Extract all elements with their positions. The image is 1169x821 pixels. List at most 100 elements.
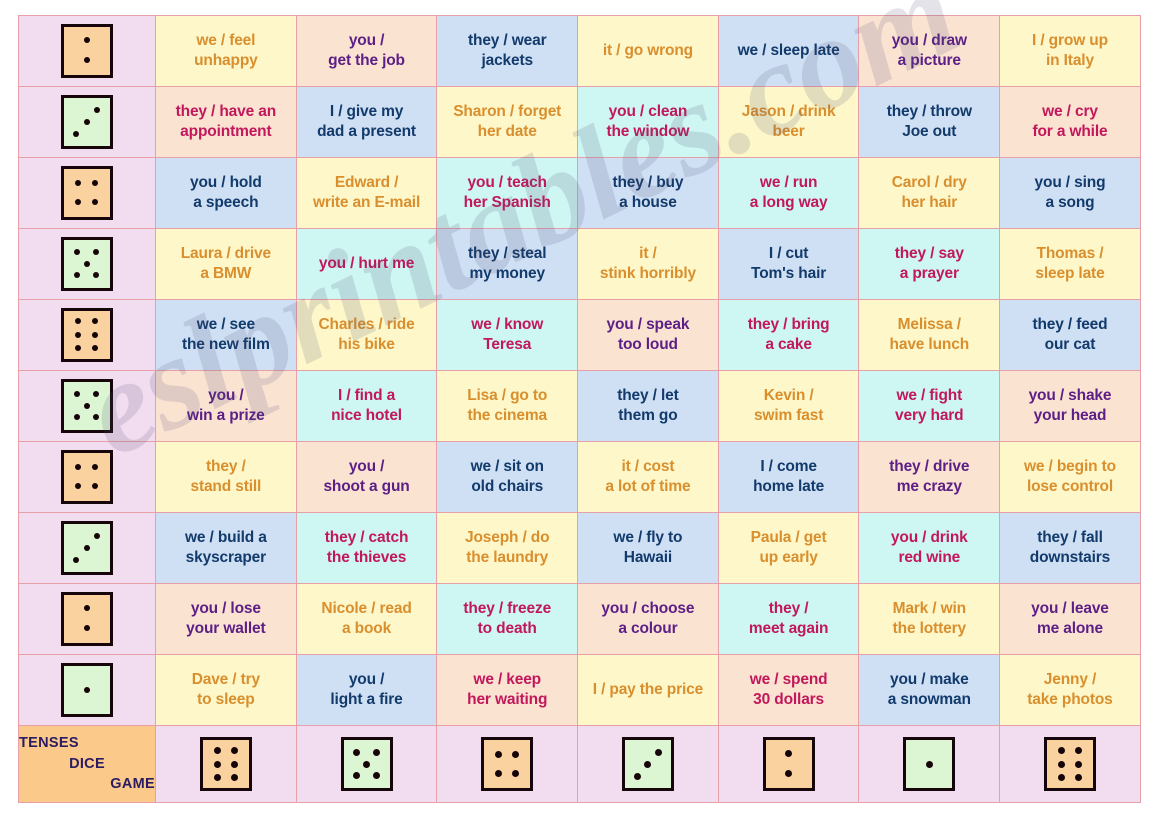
prompt-cell[interactable]: we / fly to Hawaii — [577, 512, 719, 584]
column-die-cell-6[interactable] — [858, 725, 1001, 803]
prompt-cell[interactable]: I / pay the price — [577, 654, 719, 726]
prompt-cell[interactable]: you / light a fire — [295, 654, 438, 726]
prompt-cell[interactable]: they / say a prayer — [858, 228, 1001, 300]
prompt-cell[interactable]: you / hurt me — [295, 228, 438, 300]
prompt-cell[interactable]: you / speak too loud — [577, 299, 719, 371]
prompt-cell[interactable]: I / cut Tom's hair — [717, 228, 860, 300]
prompt-cell[interactable]: they / drive me crazy — [858, 441, 1001, 513]
table-row: you / win a prize I / find a nice hotel Lisa… — [18, 370, 1141, 442]
die-pip — [92, 344, 99, 351]
prompt-cell[interactable]: it / cost a lot of time — [577, 441, 719, 513]
prompt-cell[interactable]: we / build a skyscraper — [155, 512, 297, 584]
column-die-cell-1[interactable] — [155, 725, 297, 803]
prompt-cell[interactable]: you / lose your wallet — [155, 583, 297, 655]
prompt-cell[interactable]: they / buy a house — [577, 157, 719, 229]
die-pip — [1075, 747, 1083, 755]
prompt-cell[interactable]: they / feed our cat — [999, 299, 1141, 371]
die-pip — [83, 544, 90, 551]
row-die-cell[interactable] — [18, 370, 156, 442]
column-die-cell-4[interactable] — [577, 725, 719, 803]
prompt-cell[interactable]: they / catch the thieves — [295, 512, 438, 584]
prompt-cell[interactable]: Paula / get up early — [717, 512, 860, 584]
row-die-cell[interactable] — [18, 654, 156, 726]
prompt-cell[interactable]: Laura / drive a BMW — [155, 228, 297, 300]
prompt-cell[interactable]: Melissa / have lunch — [858, 299, 1001, 371]
prompt-cell[interactable]: I / come home late — [717, 441, 860, 513]
prompt-cell[interactable]: we / begin to lose control — [999, 441, 1141, 513]
row-die-cell[interactable] — [18, 15, 156, 87]
prompt-cell[interactable]: we / spend 30 dollars — [717, 654, 860, 726]
prompt-cell[interactable]: they / fall downstairs — [999, 512, 1141, 584]
prompt-cell[interactable]: Lisa / go to the cinema — [436, 370, 579, 442]
row-die-cell[interactable] — [18, 583, 156, 655]
prompt-cell[interactable]: you / shoot a gun — [295, 441, 438, 513]
prompt-cell[interactable]: I / find a nice hotel — [295, 370, 438, 442]
prompt-cell[interactable]: we / keep her waiting — [436, 654, 579, 726]
prompt-cell[interactable]: we / cry for a while — [999, 86, 1141, 158]
prompt-cell[interactable]: you / win a prize — [155, 370, 297, 442]
prompt-cell[interactable]: we / know Teresa — [436, 299, 579, 371]
prompt-cell[interactable]: they / let them go — [577, 370, 719, 442]
prompt-cell[interactable]: Jenny / take photos — [999, 654, 1141, 726]
prompt-cell[interactable]: I / give my dad a present — [295, 86, 438, 158]
prompt-cell[interactable]: you / hold a speech — [155, 157, 297, 229]
column-die-cell-2[interactable] — [295, 725, 438, 803]
prompt-cell[interactable]: you / sing a song — [999, 157, 1141, 229]
prompt-cell[interactable]: you / choose a colour — [577, 583, 719, 655]
prompt-cell[interactable]: Jason / drink beer — [717, 86, 860, 158]
prompt-cell[interactable]: you / leave me alone — [999, 583, 1141, 655]
row-die-cell[interactable] — [18, 441, 156, 513]
prompt-cell[interactable]: Edward / write an E-mail — [295, 157, 438, 229]
prompt-cell[interactable]: you / shake your head — [999, 370, 1141, 442]
prompt-cell[interactable]: we / sleep late — [717, 15, 860, 87]
row-die-cell[interactable] — [18, 157, 156, 229]
row-die-cell[interactable] — [18, 512, 156, 584]
prompt-cell[interactable]: you / get the job — [295, 15, 438, 87]
prompt-cell[interactable]: we / run a long way — [717, 157, 860, 229]
prompt-cell[interactable]: Sharon / forget her date — [436, 86, 579, 158]
prompt-cell[interactable]: they / wear jackets — [436, 15, 579, 87]
die-pip — [785, 770, 793, 778]
column-die-cell-7[interactable] — [999, 725, 1141, 803]
prompt-cell[interactable]: I / grow up in Italy — [999, 15, 1141, 87]
row-die-cell[interactable] — [18, 86, 156, 158]
table-row: Dave / try to sleep you / light a fire we / … — [18, 654, 1141, 726]
column-die-cell-3[interactable] — [436, 725, 579, 803]
die-pip — [83, 260, 90, 267]
prompt-cell[interactable]: they / stand still — [155, 441, 297, 513]
prompt-cell[interactable]: Joseph / do the laundry — [436, 512, 579, 584]
row-die-cell[interactable] — [18, 299, 156, 371]
prompt-cell[interactable]: it / go wrong — [577, 15, 719, 87]
prompt-cell[interactable]: Carol / dry her hair — [858, 157, 1001, 229]
die-face-5 — [61, 237, 113, 291]
row-die-cell[interactable] — [18, 228, 156, 300]
column-die-cell-5[interactable] — [717, 725, 860, 803]
prompt-cell[interactable]: Mark / win the lottery — [858, 583, 1001, 655]
prompt-cell[interactable]: they / bring a cake — [717, 299, 860, 371]
prompt-cell[interactable]: we / fight very hard — [858, 370, 1001, 442]
prompt-cell[interactable]: Nicole / read a book — [295, 583, 438, 655]
prompt-cell[interactable]: you / draw a picture — [858, 15, 1001, 87]
prompt-cell[interactable]: Charles / ride his bike — [295, 299, 438, 371]
die-pip — [785, 749, 793, 757]
prompt-cell[interactable]: they / throw Joe out — [858, 86, 1001, 158]
prompt-cell[interactable]: you / drink red wine — [858, 512, 1001, 584]
prompt-cell[interactable]: you / teach her Spanish — [436, 157, 579, 229]
prompt-cell[interactable]: we / feel unhappy — [155, 15, 297, 87]
prompt-cell[interactable]: they / have an appointment — [155, 86, 297, 158]
die-face-3 — [61, 521, 113, 575]
die-pip — [92, 199, 99, 206]
die-pip — [83, 118, 90, 125]
prompt-cell[interactable]: we / sit on old chairs — [436, 441, 579, 513]
prompt-cell[interactable]: they / freeze to death — [436, 583, 579, 655]
prompt-cell[interactable]: they / steal my money — [436, 228, 579, 300]
die-face-3 — [61, 95, 113, 149]
prompt-cell[interactable]: you / make a snowman — [858, 654, 1001, 726]
prompt-cell[interactable]: they / meet again — [717, 583, 860, 655]
prompt-cell[interactable]: it / stink horribly — [577, 228, 719, 300]
prompt-cell[interactable]: you / clean the window — [577, 86, 719, 158]
prompt-cell[interactable]: Thomas / sleep late — [999, 228, 1141, 300]
prompt-cell[interactable]: Kevin / swim fast — [717, 370, 860, 442]
prompt-cell[interactable]: Dave / try to sleep — [155, 654, 297, 726]
prompt-cell[interactable]: we / see the new film — [155, 299, 297, 371]
